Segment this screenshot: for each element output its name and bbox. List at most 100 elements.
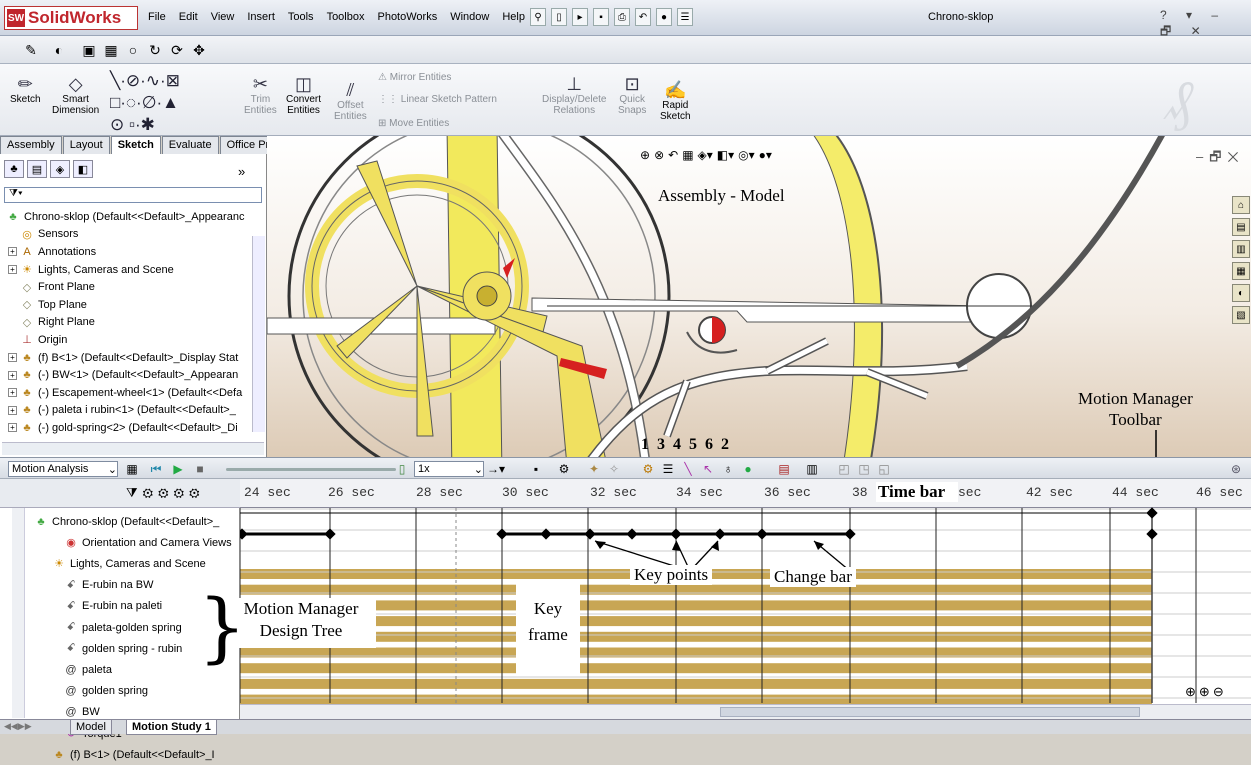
feature-tree-item[interactable]: ◇ Top Plane [2,296,264,314]
slider-thumb-icon[interactable]: ▯ [394,461,410,477]
pan-icon[interactable]: ✥ [190,41,208,59]
feature-tree-item[interactable]: + ♣ (-) gold-spring<2> (Default<<Default>_… [2,419,264,437]
motion-properties-icon[interactable]: ▥ [804,461,820,477]
play-icon[interactable]: ▶ [170,461,186,477]
feature-tree-item[interactable]: ⊥ Origin [2,331,264,349]
save-icon[interactable]: ▪ [593,8,609,26]
appearances-icon[interactable]: ◐ [1232,284,1250,302]
rotate-icon[interactable]: ↻ [146,41,164,59]
zoom-to-fit-icon[interactable]: ⊕ [1185,684,1196,700]
collapse-motion-manager-icon[interactable]: ⊛ [1228,461,1244,477]
tab-model[interactable]: Model [70,720,112,735]
contact-icon[interactable]: ♁ [720,461,736,477]
zoom-in-icon[interactable]: ⊕ [1199,684,1210,700]
linear-pattern-button[interactable]: ⋮⋮ Linear Sketch Pattern [378,94,497,105]
tree-hscrollbar[interactable] [2,442,264,455]
previous-view-icon[interactable]: ↶ [668,148,678,162]
feature-tree-item[interactable]: + ♣ (-) paleta i rubin<1> (Default<<Defaul… [2,402,264,420]
motor-icon[interactable]: ⚙ [640,461,656,477]
tab-motion-study-1[interactable]: Motion Study 1 [126,720,217,735]
rebuild-icon[interactable]: ● [656,8,672,26]
menu-file[interactable]: File [148,11,166,23]
new-document-icon[interactable]: ▯ [551,8,567,26]
sketch-entity-tools[interactable]: ╲·⊘·∿·⊠ □·◌·∅·▲ ⊙ ▫·✱ [110,70,180,136]
feature-tree-item[interactable]: ◇ Right Plane [2,314,264,332]
file-explorer-icon[interactable]: ▥ [1232,240,1250,258]
expand-icon[interactable]: + [8,423,17,433]
display-manager-icon[interactable]: ◧ [73,160,93,178]
display-style-icon[interactable]: ▣ [80,41,98,59]
tree-scrollbar[interactable] [252,236,265,432]
expand-icon[interactable]: + [8,405,17,415]
feature-tree-item[interactable]: ♣ Chrono-sklop (Default<<Default>_Appeara… [2,208,264,226]
filter-field[interactable]: ⧩▾ [4,187,262,203]
study-type-select[interactable]: Motion Analysis ⌄ [8,461,118,477]
library-icon[interactable]: ▤ [1232,218,1250,236]
mirror-entities-button[interactable]: ⚠ Mirror Entities [378,72,451,83]
quick-snaps-button[interactable]: ⊡ Quick Snaps [618,74,646,116]
sketch-button[interactable]: ✏ Sketch [10,74,41,105]
display-style-icon[interactable]: ◧▾ [717,148,734,162]
results-icon[interactable]: ▤ [776,461,792,477]
menu-photoworks[interactable]: PhotoWorks [377,11,437,23]
menu-window[interactable]: Window [450,11,489,23]
calculate-icon[interactable]: ▦ [124,461,140,477]
split-icon[interactable]: ◱ [876,461,892,477]
tab-evaluate[interactable]: Evaluate [161,136,219,154]
print-icon[interactable]: ⎙ [614,8,630,26]
timeline-hscrollbar[interactable] [240,704,1251,719]
menu-view[interactable]: View [211,11,235,23]
feature-tree-item[interactable]: + ☀ Lights, Cameras and Scene [2,261,264,279]
expand-icon[interactable]: + [8,370,17,380]
hide-icon[interactable]: ◐ [50,41,68,59]
home-icon[interactable]: ⌂ [1232,196,1250,214]
motion-tree-item[interactable]: ꗃ golden spring - rubin [64,638,183,659]
config-manager-icon[interactable]: ◈ [50,160,70,178]
offset-entities-button[interactable]: ⫽ Offset Entities [334,80,367,122]
trim-entities-button[interactable]: ✂ Trim Entities [244,74,277,116]
expand-icon[interactable]: + [8,388,17,398]
convert-entities-button[interactable]: ◫ Convert Entities [286,74,321,116]
custom-properties-icon[interactable]: ▧ [1232,306,1250,324]
smart-dimension-button[interactable]: ◇ Smart Dimension [52,74,99,116]
add-key-icon[interactable]: ✧ [606,461,622,477]
tab-assembly[interactable]: Assembly [0,136,62,154]
pin-icon[interactable]: ⚲ [530,8,546,26]
menu-toolbox[interactable]: Toolbox [327,11,365,23]
scroll-thumb[interactable] [720,707,1140,717]
menu-help[interactable]: Help [502,11,525,23]
tab-layout[interactable]: Layout [62,136,110,154]
damper-icon[interactable]: ╲ [680,461,696,477]
view-palette-icon[interactable]: ▦ [1232,262,1250,280]
motion-tree-item[interactable]: ☀ Lights, Cameras and Scene [52,553,206,574]
playback-slider[interactable] [226,468,396,471]
stop-icon[interactable]: ■ [192,461,208,477]
view-orientation-icon[interactable]: ◈▾ [698,148,713,162]
feature-tree-item[interactable]: ◇ Front Plane [2,278,264,296]
motion-tree-item[interactable]: ꗃ E-rubin na BW [64,575,154,596]
viewport-window-controls[interactable]: –🗗✕ [1196,148,1245,170]
playback-mode-icon[interactable]: →▾ [487,461,505,477]
motion-tree-item[interactable]: ꗃ E-rubin na paleti [64,596,163,617]
open-folder-icon[interactable]: ▸ [572,8,588,26]
expand-icon[interactable]: ◳ [856,461,872,477]
section-view-icon[interactable]: ▦ [102,41,120,59]
feature-tree-item[interactable]: + ♣ (f) B<1> (Default<<Default>_Display St… [2,349,264,367]
sphere-icon[interactable]: ○ [124,41,142,59]
motion-tree-item[interactable]: @ golden spring [64,681,148,702]
force-icon[interactable]: ↖ [700,461,716,477]
undo-icon[interactable]: ↶ [635,8,651,26]
tab-scroll-arrows-icon[interactable]: ◀◀▶▶ [4,721,32,732]
appearance-icon[interactable]: ●▾ [759,148,772,162]
playback-speed-select[interactable]: 1x ⌄ [414,461,484,477]
play-from-start-icon[interactable]: ⏮ [148,461,164,477]
feature-tree-icon[interactable]: ♣ [4,160,24,178]
spring-tool-icon[interactable]: ☰ [660,461,676,477]
feature-tree-item[interactable]: ◎ Sensors [2,226,264,244]
collapse-icon[interactable]: ◰ [836,461,852,477]
expand-icon[interactable]: + [8,265,17,275]
animation-wizard-icon[interactable]: ⚙ [556,461,572,477]
zoom-fit-icon[interactable]: ⊕ [640,148,650,162]
motion-tree-item[interactable]: ◉ Orientation and Camera Views [64,532,231,553]
gravity-icon[interactable]: ● [740,461,756,477]
